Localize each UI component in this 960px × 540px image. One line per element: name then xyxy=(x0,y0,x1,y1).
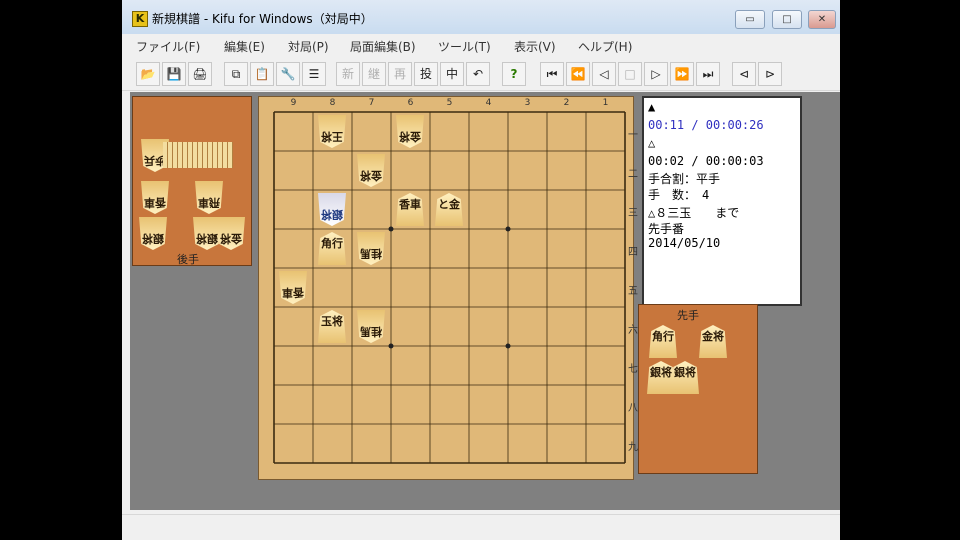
sente-hand-piece[interactable]: 銀将 xyxy=(671,361,699,394)
file-label: 7 xyxy=(368,98,375,108)
forward-icon[interactable]: ▷ xyxy=(644,62,668,86)
menu-position-edit[interactable]: 局面編集(B) xyxy=(350,38,416,55)
move-count: 手 数： 4 xyxy=(648,188,710,202)
file-label: 1 xyxy=(602,98,609,108)
rank-label: 五 xyxy=(628,286,638,297)
title-bar[interactable]: K 新規棋譜 - Kifu for Windows（対局中） ▭ □ ✕ xyxy=(122,0,840,34)
game-area: 歩兵 香車 飛車 銀将 銀将 金将 後手 9 8 7 6 5 4 3 2 1 一二三四五六七八九… xyxy=(130,92,840,510)
board-piece[interactable]: 金将 xyxy=(396,115,424,148)
rank-label: 八 xyxy=(628,403,638,414)
gote-time: 00:02 / 00:00:03 xyxy=(648,154,764,168)
gote-hand-piece[interactable]: 香車 xyxy=(141,181,169,214)
board-piece[interactable]: 桂馬 xyxy=(357,310,385,343)
fast-back-icon[interactable]: ⏪ xyxy=(566,62,590,86)
file-label: 2 xyxy=(563,98,570,108)
game-date: 2014/05/10 xyxy=(648,236,721,250)
sente-label: 先手 xyxy=(677,309,699,322)
file-label: 6 xyxy=(407,98,414,108)
board-piece[interactable]: 玉将 xyxy=(318,310,346,343)
copy-icon[interactable]: ⧉ xyxy=(224,62,248,86)
new-game-button[interactable]: 新 xyxy=(336,62,360,86)
board-star-point xyxy=(388,226,394,232)
shogi-board[interactable] xyxy=(268,106,628,466)
menu-game[interactable]: 対局(P) xyxy=(288,38,329,55)
menu-bar: ファイル(F) 編集(E) 対局(P) 局面編集(B) ツール(T) 表示(V)… xyxy=(122,34,840,56)
file-label: 3 xyxy=(524,98,531,108)
hint-icon[interactable]: ? xyxy=(502,62,526,86)
branch-prev-icon[interactable]: ⊲ xyxy=(732,62,756,86)
window-title: 新規棋譜 - Kifu for Windows（対局中） xyxy=(152,12,373,26)
file-label: 5 xyxy=(446,98,453,108)
sente-mark: ▲ xyxy=(648,100,656,114)
close-button[interactable]: ✕ xyxy=(808,10,836,29)
rank-label: 七 xyxy=(628,364,638,375)
board-piece[interactable]: 桂馬 xyxy=(357,232,385,265)
file-label: 4 xyxy=(485,98,492,108)
back-icon[interactable]: ◁ xyxy=(592,62,616,86)
save-icon[interactable]: 💾 xyxy=(162,62,186,86)
board-piece[interactable]: 角行 xyxy=(318,232,346,265)
board-star-point xyxy=(505,343,511,349)
menu-help[interactable]: ヘルプ(H) xyxy=(578,38,632,55)
gote-hand-piece[interactable]: 銀将 xyxy=(139,217,167,250)
continue-button[interactable]: 継 xyxy=(362,62,386,86)
rank-label: 六 xyxy=(628,325,638,336)
sente-hand-piece[interactable]: 金将 xyxy=(699,325,727,358)
undo-icon[interactable]: ↶ xyxy=(466,62,490,86)
gote-label: 後手 xyxy=(177,253,199,266)
gote-hand-piece[interactable]: 金将 xyxy=(217,217,245,250)
sente-piece-stand: 先手 角行 金将 銀将 銀将 xyxy=(638,304,758,474)
replay-button[interactable]: 再 xyxy=(388,62,412,86)
turn-indicator: 先手番 xyxy=(648,222,685,236)
gote-mark: △ xyxy=(648,136,656,150)
menu-view[interactable]: 表示(V) xyxy=(514,38,556,55)
gote-hand-pawn-stack xyxy=(163,142,233,168)
app-icon: K xyxy=(132,11,148,27)
rank-label: 一 xyxy=(628,130,638,141)
rank-label: 三 xyxy=(628,208,638,219)
handicap: 手合割：平手 xyxy=(648,172,721,186)
last-move: △８三玉 まで xyxy=(648,206,740,220)
file-label: 9 xyxy=(290,98,297,108)
menu-edit[interactable]: 編集(E) xyxy=(224,38,265,55)
maximize-button[interactable]: □ xyxy=(772,10,802,29)
list-icon[interactable]: ☰ xyxy=(302,62,326,86)
rank-label: 二 xyxy=(628,169,638,180)
board-piece[interactable]: 香車 xyxy=(279,271,307,304)
file-label: 8 xyxy=(329,98,336,108)
gote-piece-stand: 歩兵 香車 飛車 銀将 銀将 金将 後手 xyxy=(132,96,252,266)
last-move-icon[interactable]: ⏭ xyxy=(696,62,720,86)
rank-label: 九 xyxy=(628,442,638,453)
menu-tools[interactable]: ツール(T) xyxy=(438,38,491,55)
toolbar: 📂 💾 🖨 ⧉ 📋 🔧 ☰ 新 継 再 投 中 ↶ ? ⏮ ⏪ ◁ □ ▷ ⏩ … xyxy=(122,58,840,91)
wrench-icon[interactable]: 🔧 xyxy=(276,62,300,86)
board-star-point xyxy=(505,226,511,232)
gote-hand-piece[interactable]: 銀将 xyxy=(193,217,221,250)
sente-time: 00:11 / 00:00:26 xyxy=(648,118,764,132)
board-star-point xyxy=(388,343,394,349)
rank-label: 四 xyxy=(628,247,638,258)
open-icon[interactable]: 📂 xyxy=(136,62,160,86)
print-icon[interactable]: 🖨 xyxy=(188,62,212,86)
branch-next-icon[interactable]: ⊳ xyxy=(758,62,782,86)
menu-file[interactable]: ファイル(F) xyxy=(136,38,200,55)
board-piece[interactable]: 香車 xyxy=(396,193,424,226)
gote-hand-piece[interactable]: 飛車 xyxy=(195,181,223,214)
kifu-window: K 新規棋譜 - Kifu for Windows（対局中） ▭ □ ✕ ファイ… xyxy=(122,0,840,540)
board-piece[interactable]: 銀将 xyxy=(318,193,346,226)
fast-forward-icon[interactable]: ⏩ xyxy=(670,62,694,86)
minimize-button[interactable]: ▭ xyxy=(735,10,765,29)
interrupt-button[interactable]: 中 xyxy=(440,62,464,86)
status-bar xyxy=(122,514,840,540)
resign-button[interactable]: 投 xyxy=(414,62,438,86)
sente-hand-piece[interactable]: 銀将 xyxy=(647,361,675,394)
stop-icon[interactable]: □ xyxy=(618,62,642,86)
paste-icon[interactable]: 📋 xyxy=(250,62,274,86)
board-piece[interactable]: 王将 xyxy=(318,115,346,148)
game-info-panel: ▲ 00:11 / 00:00:26 △ 00:02 / 00:00:03 手合… xyxy=(642,96,802,306)
sente-hand-piece[interactable]: 角行 xyxy=(649,325,677,358)
board-piece[interactable]: 金将 xyxy=(357,154,385,187)
first-move-icon[interactable]: ⏮ xyxy=(540,62,564,86)
board-piece[interactable]: と金 xyxy=(435,193,463,226)
